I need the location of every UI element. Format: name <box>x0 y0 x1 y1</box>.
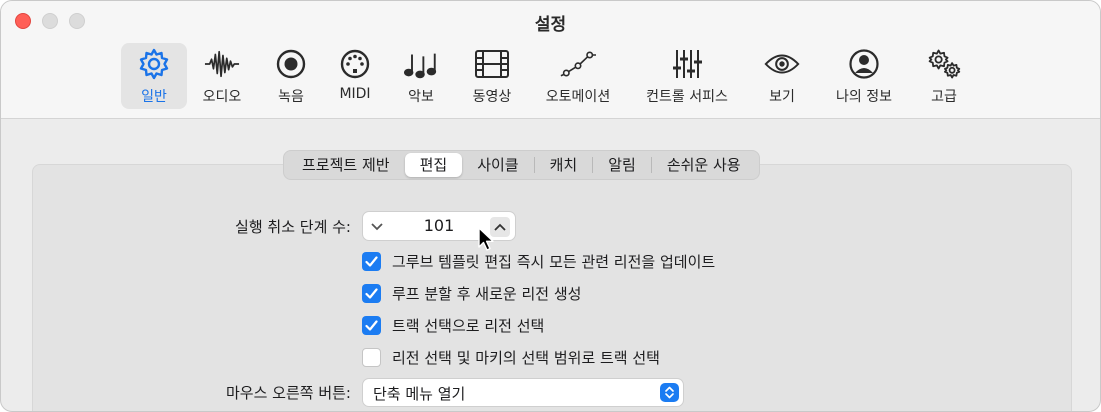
right-mouse-button-label: 마우스 오른쪽 버튼: <box>226 384 351 402</box>
toolbar-item-view[interactable]: 보기 <box>753 43 811 109</box>
tab-project-handling[interactable]: 프로젝트 제반 <box>287 153 405 177</box>
checkbox-unchecked[interactable] <box>362 347 381 367</box>
undo-steps-label: 실행 취소 단계 수: <box>235 218 351 236</box>
checkbox-row[interactable]: 그루브 템플릿 편집 즉시 모든 관련 리전을 업데이트 <box>362 250 715 272</box>
person-icon <box>846 46 882 82</box>
toolbar-label: 보기 <box>769 89 795 105</box>
checkmark-icon <box>365 319 378 331</box>
popup-selected-value: 단축 메뉴 열기 <box>373 385 466 403</box>
toolbar-item-record[interactable]: 녹음 <box>263 43 319 109</box>
window-title: 설정 <box>534 15 567 35</box>
film-icon <box>474 46 510 82</box>
title-bar: 설정 일반 오디오 녹음 MIDI 악보 동영상 오토메이션 컨트롤 서피스 보… <box>1 1 1100 119</box>
checkbox-checked[interactable] <box>362 315 381 335</box>
checkbox-row[interactable]: 루프 분할 후 새로운 리전 생성 <box>362 282 581 304</box>
gear-icon <box>136 46 172 82</box>
checkbox-row[interactable]: 트랙 선택으로 리전 선택 <box>362 314 544 336</box>
toolbar-item-my-info[interactable]: 나의 정보 <box>826 43 902 109</box>
toolbar-label: 일반 <box>141 89 167 105</box>
checkbox-label: 리전 선택 및 마키의 선택 범위로 트랙 선택 <box>392 348 660 367</box>
checkbox-row[interactable]: 리전 선택 및 마키의 선택 범위로 트랙 선택 <box>362 346 660 368</box>
tab-bar: 프로젝트 제반 편집 사이클 캐치 알림 손쉬운 사용 <box>283 150 760 180</box>
tab-editing[interactable]: 편집 <box>404 153 463 177</box>
automation-curve-icon <box>560 46 596 82</box>
tab-cycle[interactable]: 사이클 <box>462 153 533 177</box>
checkbox-label: 트랙 선택으로 리전 선택 <box>392 316 545 335</box>
toolbar-label: 컨트롤 서피스 <box>646 89 728 105</box>
toolbar-label: 고급 <box>931 89 957 105</box>
tab-notifications[interactable]: 알림 <box>593 153 651 177</box>
music-notes-icon <box>403 46 439 82</box>
tab-accessibility[interactable]: 손쉬운 사용 <box>652 153 756 177</box>
undo-steps-value[interactable]: 101 <box>393 216 485 235</box>
toolbar-label: 동영상 <box>472 89 512 105</box>
midi-connector-icon <box>337 46 373 82</box>
settings-window: 설정 일반 오디오 녹음 MIDI 악보 동영상 오토메이션 컨트롤 서피스 보… <box>0 0 1101 412</box>
chevron-down-icon <box>371 223 383 231</box>
gears-icon <box>926 46 962 82</box>
toolbar-item-control-surfaces[interactable]: 컨트롤 서피스 <box>637 43 737 109</box>
toolbar-label: 나의 정보 <box>836 89 892 105</box>
checkmark-icon <box>365 255 378 267</box>
decrement-button[interactable] <box>367 217 387 237</box>
toolbar-item-audio[interactable]: 오디오 <box>193 43 251 109</box>
toolbar-item-advanced[interactable]: 고급 <box>916 43 972 109</box>
checkbox-label: 그루브 템플릿 편집 즉시 모든 관련 리전을 업데이트 <box>392 252 716 271</box>
right-mouse-button-popup[interactable]: 단축 메뉴 열기 <box>362 378 684 407</box>
toolbar-label: 오토메이션 <box>545 89 611 105</box>
checkbox-checked[interactable] <box>362 283 381 303</box>
toolbar-label: MIDI <box>339 86 371 102</box>
eye-icon <box>764 46 800 82</box>
toolbar-item-midi[interactable]: MIDI <box>328 43 382 109</box>
toolbar-item-general[interactable]: 일반 <box>121 43 187 109</box>
toolbar-item-automation[interactable]: 오토메이션 <box>536 43 620 109</box>
checkbox-label: 루프 분할 후 새로운 리전 생성 <box>392 284 582 303</box>
checkmark-icon <box>365 287 378 299</box>
toolbar-label: 악보 <box>408 89 434 105</box>
up-down-chevron-icon <box>660 383 679 402</box>
toolbar-item-video[interactable]: 동영상 <box>461 43 523 109</box>
toolbar-item-score[interactable]: 악보 <box>393 43 449 109</box>
toolbar-label: 녹음 <box>278 89 304 105</box>
waveform-icon <box>204 46 240 82</box>
toolbar-label: 오디오 <box>202 89 242 105</box>
record-icon <box>273 46 309 82</box>
tab-catch[interactable]: 캐치 <box>535 153 593 177</box>
checkbox-checked[interactable] <box>362 251 381 271</box>
faders-icon <box>669 46 705 82</box>
